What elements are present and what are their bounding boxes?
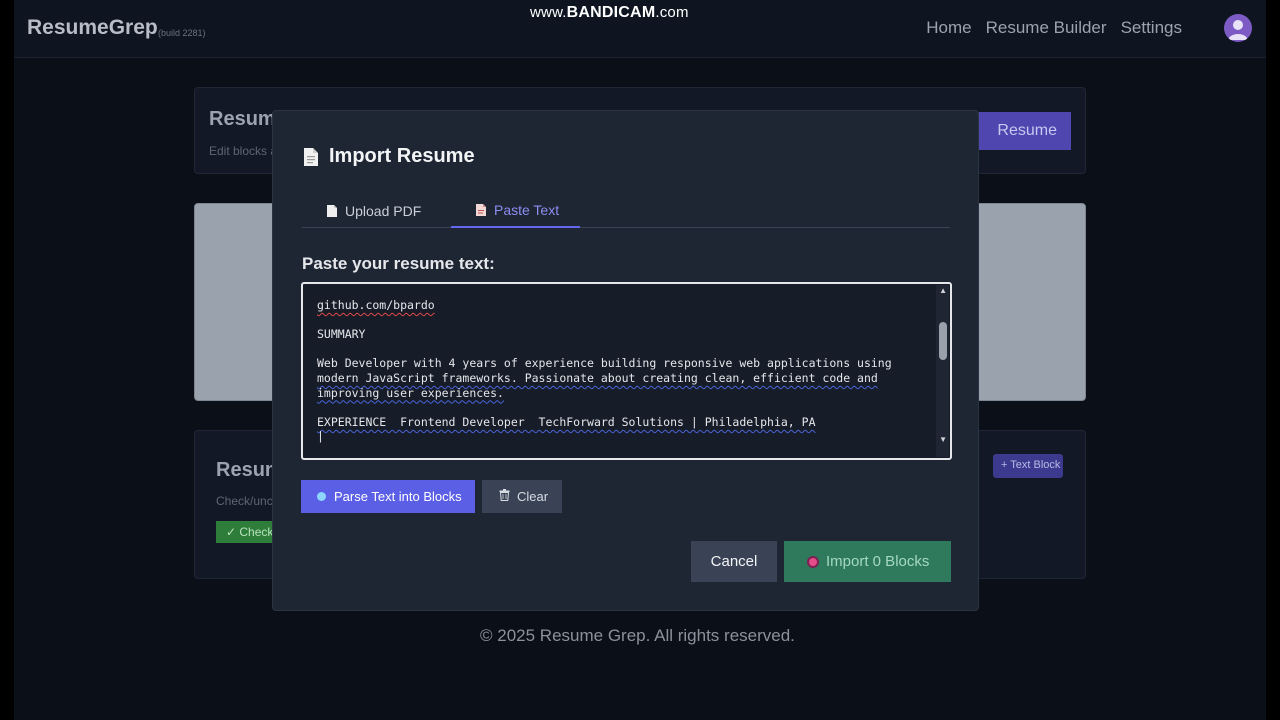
tab-upload-pdf[interactable]: Upload PDF [326, 193, 421, 228]
text-line: modern JavaScript frameworks. Passionate… [317, 370, 878, 385]
nav-link-settings[interactable]: Settings [1121, 18, 1182, 38]
text-cursor: | [317, 429, 324, 444]
pdf-file-icon [326, 204, 338, 218]
clear-button-label: Clear [517, 489, 549, 504]
import-resume-modal: Import Resume Upload PDF Paste Text Past… [272, 110, 979, 611]
nav-link-resume-builder[interactable]: Resume Builder [986, 18, 1107, 38]
tab-paste-text-label: Paste Text [494, 201, 560, 218]
brand-logo[interactable]: ResumeGrep [27, 16, 158, 40]
text-line: github.com/bpardo [317, 298, 435, 312]
text-line: Web Developer with 4 years of experience… [317, 356, 892, 371]
trash-icon [499, 489, 510, 504]
import-tabs: Upload PDF Paste Text [302, 193, 950, 228]
import-blocks-button-label: Import 0 Blocks [826, 553, 930, 570]
scroll-down-arrow-icon[interactable]: ▼ [939, 435, 947, 444]
blue-dot-icon [317, 492, 326, 501]
target-icon [807, 555, 819, 568]
resume-text-input[interactable]: github.com/bpardo SUMMARY Web Developer … [301, 282, 952, 460]
clear-button[interactable]: Clear [482, 480, 562, 513]
document-icon [303, 147, 319, 167]
modal-header: Import Resume [303, 145, 475, 168]
user-avatar-icon[interactable] [1224, 14, 1252, 42]
cancel-button[interactable]: Cancel [691, 541, 777, 582]
build-number: (build 2281) [158, 28, 206, 38]
text-file-icon [475, 203, 487, 217]
parse-text-button-label: Parse Text into Blocks [334, 489, 462, 504]
text-line: SUMMARY [317, 327, 366, 342]
parse-text-button[interactable]: Parse Text into Blocks [301, 480, 475, 513]
modal-title: Import Resume [329, 145, 475, 167]
scrollbar-thumb[interactable] [939, 322, 947, 360]
footer-copyright: © 2025 Resume Grep. All rights reserved. [480, 626, 795, 645]
paste-text-label: Paste your resume text: [302, 254, 495, 273]
scroll-up-arrow-icon[interactable]: ▲ [939, 286, 947, 295]
resume-text-content[interactable]: github.com/bpardo SUMMARY Web Developer … [317, 298, 927, 444]
tab-paste-text[interactable]: Paste Text [451, 193, 580, 228]
text-line: EXPERIENCE Frontend Developer TechForwar… [317, 414, 816, 429]
add-text-block-button[interactable]: + Text Block [993, 454, 1063, 478]
recording-watermark: www.BANDICAM.com [530, 4, 689, 21]
nav-links: Home Resume Builder Settings [926, 18, 1182, 38]
nav-link-home[interactable]: Home [926, 18, 971, 38]
tab-upload-pdf-label: Upload PDF [345, 202, 422, 219]
import-blocks-button[interactable]: Import 0 Blocks [784, 541, 951, 582]
textarea-scrollbar[interactable] [936, 285, 949, 457]
text-line: improving user experiences. [317, 385, 504, 400]
